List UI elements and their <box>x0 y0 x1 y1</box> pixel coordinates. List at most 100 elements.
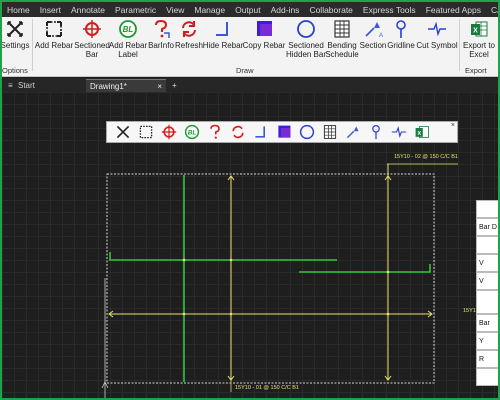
svg-text:BL: BL <box>123 25 134 34</box>
add-rebar-icon <box>44 19 64 39</box>
section-icon: A <box>363 19 383 39</box>
slab-outline <box>106 173 435 384</box>
cut-symbol-label: Cut Symbol <box>416 41 458 50</box>
menu-featured-apps[interactable]: Featured Apps <box>421 5 486 15</box>
bending-schedule-button[interactable]: Bending Schedule <box>324 19 360 59</box>
menu-manage[interactable]: Manage <box>189 5 230 15</box>
section-label: Section <box>359 41 387 50</box>
menu-bar: Home Insert Annotate Parametric View Man… <box>2 2 498 17</box>
sectioned-bar-label: Sectioned Bar <box>74 41 110 59</box>
menu-annotate[interactable]: Annotate <box>66 5 110 15</box>
tab-drawing1[interactable]: Drawing1* × <box>86 79 166 92</box>
menu-parametric[interactable]: Parametric <box>110 5 161 15</box>
copy-square-icon[interactable] <box>274 123 294 141</box>
table-cell <box>476 290 498 314</box>
rebar-node <box>182 312 186 316</box>
gridline-icon[interactable] <box>366 123 386 141</box>
cut-symbol-icon <box>427 19 447 39</box>
question-icon[interactable] <box>205 123 225 141</box>
refresh-label: Refresh <box>174 41 203 50</box>
add-rebar-label-label: Add Rebar Label <box>108 41 148 59</box>
add-rebar-icon[interactable] <box>136 123 156 141</box>
copy-rebar-label: Copy Rebar <box>242 41 286 50</box>
table-cell: V <box>476 272 498 290</box>
table-cell: Bar D <box>476 218 498 236</box>
table-icon <box>332 19 352 39</box>
rebar-node <box>229 312 233 316</box>
menu-icon[interactable]: ≡ <box>4 79 13 92</box>
application-window: Home Insert Annotate Parametric View Man… <box>2 2 498 398</box>
menu-output[interactable]: Output <box>230 5 266 15</box>
barinfo-label: BarInfo <box>148 41 174 50</box>
group-label-options: Options <box>2 66 28 75</box>
hide-rebar-icon[interactable] <box>251 123 271 141</box>
circle-icon <box>296 19 316 39</box>
tab-start[interactable]: Start <box>14 79 84 92</box>
menu-collaborate[interactable]: Collaborate <box>304 5 357 15</box>
sectioned-bar-button[interactable]: Sectioned Bar <box>74 19 110 59</box>
export-to-excel-label: Export to Excel <box>462 41 495 59</box>
new-tab-button[interactable]: + <box>168 79 182 92</box>
hide-rebar-label: Hide Rebar <box>202 41 244 50</box>
add-rebar-label: Add Rebar <box>34 41 74 50</box>
svg-text:BL: BL <box>188 129 197 136</box>
circle-icon[interactable] <box>297 123 317 141</box>
rebar-horizontal-top <box>109 252 337 261</box>
tab-drawing1-label: Drawing1* <box>90 82 127 91</box>
rebar-label-bottom[interactable]: 15Y10 - 01 @ 150 C/C B1 <box>235 385 299 391</box>
rebar-node <box>182 258 186 262</box>
bl-label-icon: BL <box>118 19 138 39</box>
table-cell <box>476 200 498 218</box>
export-to-excel-button[interactable]: X Export to Excel <box>460 19 498 59</box>
add-rebar-label-button[interactable]: BL Add Rebar Label <box>108 19 148 59</box>
close-icon[interactable]: × <box>157 82 162 91</box>
section-button[interactable]: A Section <box>358 19 388 50</box>
hide-rebar-button[interactable]: Hide Rebar <box>202 19 244 50</box>
menu-insert[interactable]: Insert <box>35 5 66 15</box>
crosshair-icon[interactable] <box>159 123 179 141</box>
table-cell <box>476 236 498 254</box>
gridline-icon <box>391 19 411 39</box>
section-icon[interactable] <box>343 123 363 141</box>
table-icon[interactable] <box>320 123 340 141</box>
refresh-icon[interactable] <box>228 123 248 141</box>
group-label-export: Export <box>465 66 487 75</box>
rebar-label-top[interactable]: 15Y10 - 02 @ 150 C/C B1 <box>394 154 458 160</box>
settings-button[interactable]: Settings <box>2 19 32 50</box>
drawing-canvas[interactable]: 15Y10 - 02 @ 150 C/C B1 15Y10 - 01 @ 150… <box>2 92 498 398</box>
ribbon: Settings Add Rebar Sectioned Bar BL Add R… <box>2 17 498 77</box>
table-cell: Y <box>476 332 498 350</box>
rebar-node <box>229 258 233 262</box>
menu-add-ins[interactable]: Add-ins <box>266 5 305 15</box>
table-cell: R <box>476 350 498 368</box>
menu-home[interactable]: Home <box>2 5 35 15</box>
floating-rebar-toolbar: BL X × <box>106 121 458 143</box>
gear-cross-icon[interactable] <box>113 123 133 141</box>
copy-square-icon <box>254 19 274 39</box>
hide-rebar-icon <box>213 19 233 39</box>
svg-text:A: A <box>379 33 383 39</box>
svg-text:X: X <box>473 28 478 35</box>
close-icon[interactable]: × <box>451 122 455 129</box>
gridline-button[interactable]: Gridline <box>386 19 416 50</box>
copy-rebar-button[interactable]: Copy Rebar <box>242 19 286 50</box>
document-tab-bar: ≡ Start Drawing1* × + <box>2 78 498 92</box>
rebar-node <box>386 312 390 316</box>
svg-text:X: X <box>417 131 421 137</box>
refresh-button[interactable]: Refresh <box>174 19 204 50</box>
rebar-node <box>386 270 390 274</box>
sectioned-hidden-bar-button[interactable]: Sectioned Hidden Bar <box>286 19 326 59</box>
menu-cadtakeoff[interactable]: CADTakeO <box>486 5 498 15</box>
excel-icon[interactable]: X <box>412 123 432 141</box>
cut-symbol-icon[interactable] <box>389 123 409 141</box>
cut-symbol-button[interactable]: Cut Symbol <box>416 19 458 50</box>
excel-icon: X <box>469 19 489 39</box>
add-rebar-button[interactable]: Add Rebar <box>34 19 74 50</box>
sectioned-hidden-bar-label: Sectioned Hidden Bar <box>285 41 327 59</box>
menu-view[interactable]: View <box>161 5 189 15</box>
bl-label-icon[interactable]: BL <box>182 123 202 141</box>
menu-express-tools[interactable]: Express Tools <box>358 5 421 15</box>
gear-cross-icon <box>5 19 25 39</box>
barinfo-button[interactable]: BarInfo <box>148 19 174 50</box>
crosshair-icon <box>82 19 102 39</box>
